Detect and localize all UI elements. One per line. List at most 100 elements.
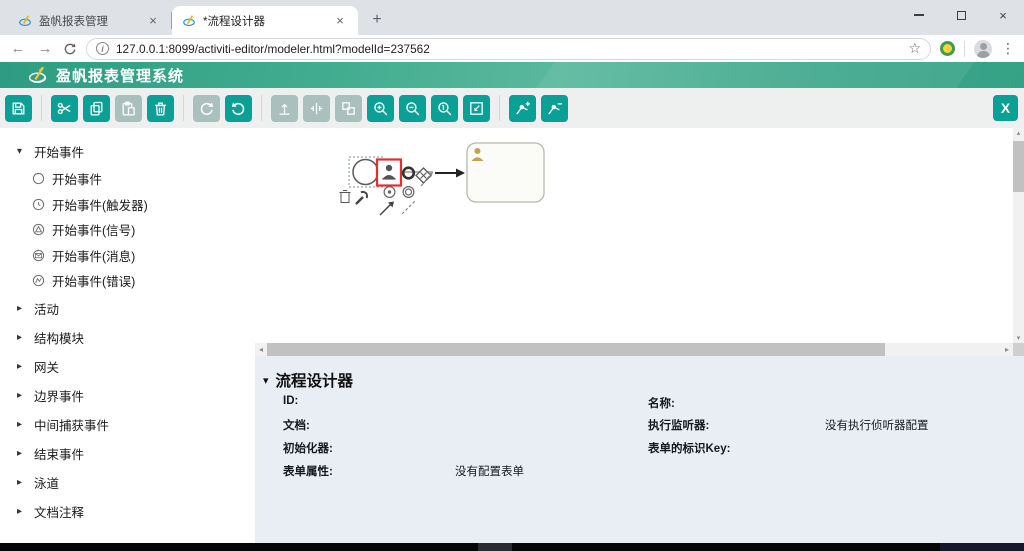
zoom-out-button[interactable] <box>399 95 426 122</box>
group-label: 泳道 <box>34 473 59 492</box>
palette-item-start-event-none[interactable]: 开始事件 <box>32 166 255 192</box>
group-label: 边界事件 <box>34 386 84 405</box>
field-id[interactable]: ID: <box>283 395 455 407</box>
field-initiator[interactable]: 初始化器: <box>283 440 455 456</box>
field-form-key[interactable]: 表单的标识Key: <box>648 440 825 456</box>
paste-button[interactable] <box>115 95 142 122</box>
bookmark-star-icon[interactable]: ☆ <box>908 40 921 57</box>
palette-item-start-event-message[interactable]: 开始事件(消息) <box>32 243 255 269</box>
cut-icon <box>56 100 73 117</box>
vertical-scroll-thumb[interactable] <box>1013 141 1024 192</box>
trash-icon <box>152 100 169 117</box>
zoom-actual-button[interactable] <box>431 95 458 122</box>
chevron-right-icon: ▸ <box>17 303 26 314</box>
extension-icon[interactable] <box>940 41 955 56</box>
copy-button[interactable] <box>83 95 110 122</box>
redo-icon <box>198 100 215 117</box>
contextpad-intermediate-throw-event[interactable] <box>403 187 414 198</box>
tab-close-icon[interactable]: × <box>332 13 348 29</box>
sidebar-group-artifacts[interactable]: ▸ 文档注释 <box>17 497 255 526</box>
field-value: 没有配置表单 <box>455 463 524 479</box>
scrollbar-corner <box>1013 343 1024 356</box>
align-vertical-button[interactable] <box>271 95 298 122</box>
palette-item-start-event-signal[interactable]: 开始事件(信号) <box>32 217 255 243</box>
forward-icon[interactable]: → <box>36 40 54 57</box>
palette-item-start-event-timer[interactable]: 开始事件(触发器) <box>32 192 255 218</box>
undo-button[interactable] <box>225 95 252 122</box>
sidebar-group-activities[interactable]: ▸ 活动 <box>17 294 255 323</box>
contextpad-gateway[interactable] <box>416 168 431 183</box>
same-size-button[interactable] <box>335 95 362 122</box>
field-label: 表单的标识Key: <box>648 440 825 456</box>
start-event-timer-icon <box>32 198 45 211</box>
contextpad-wrench[interactable] <box>356 192 367 204</box>
cut-button[interactable] <box>51 95 78 122</box>
sidebar-group-swimlanes[interactable]: ▸ 泳道 <box>17 468 255 497</box>
horizontal-scrollbar[interactable]: ◂ ▸ <box>255 343 1013 356</box>
field-label: 执行监听器: <box>648 417 825 433</box>
sidebar-group-end-events[interactable]: ▸ 结束事件 <box>17 439 255 468</box>
url-text[interactable]: 127.0.0.1:8099/activiti-editor/modeler.h… <box>116 42 901 56</box>
toolbar-separator <box>499 95 500 121</box>
app-favicon <box>18 14 32 28</box>
bendpoint-add-button[interactable] <box>509 95 536 122</box>
start-event-shape[interactable] <box>353 160 378 185</box>
bottom-bar-segment <box>478 543 512 551</box>
sidebar-group-start-events[interactable]: ▾ 开始事件 <box>17 137 255 166</box>
vertical-scrollbar[interactable]: ▴ ▾ <box>1013 128 1024 343</box>
address-bar[interactable]: i 127.0.0.1:8099/activiti-editor/modeler… <box>86 38 931 60</box>
delete-button[interactable] <box>147 95 174 122</box>
reload-icon[interactable] <box>63 42 77 56</box>
contextpad-delete[interactable] <box>340 191 351 203</box>
align-vertical-icon <box>276 100 293 117</box>
scroll-right-icon[interactable]: ▸ <box>1001 345 1013 354</box>
contextpad-intermediate-event[interactable] <box>384 187 395 198</box>
page-info-icon[interactable]: i <box>96 42 109 55</box>
profile-avatar[interactable] <box>974 40 992 58</box>
tab-process-designer[interactable]: *流程设计器 × <box>172 6 358 35</box>
scroll-up-icon[interactable]: ▴ <box>1013 129 1024 137</box>
chevron-down-icon: ▾ <box>263 374 269 387</box>
start-event-signal-icon <box>32 223 45 236</box>
zoom-fit-icon <box>468 100 485 117</box>
horizontal-scroll-thumb[interactable] <box>267 343 885 356</box>
contextpad-user-task-highlight[interactable] <box>377 160 401 186</box>
align-horizontal-button[interactable] <box>303 95 330 122</box>
sidebar-group-structure[interactable]: ▸ 结构模块 <box>17 323 255 352</box>
contextpad-connection-arrow[interactable] <box>380 202 394 216</box>
palette-item-start-event-error[interactable]: 开始事件(错误) <box>32 268 255 294</box>
redo-button[interactable] <box>193 95 220 122</box>
paste-icon <box>120 100 137 117</box>
save-button[interactable] <box>5 95 32 122</box>
scroll-down-icon[interactable]: ▾ <box>1013 334 1024 342</box>
zoom-fit-button[interactable] <box>463 95 490 122</box>
field-documentation[interactable]: 文档: <box>283 417 455 433</box>
field-name[interactable]: 名称: <box>648 395 825 411</box>
back-icon[interactable]: ← <box>9 40 27 57</box>
scroll-left-icon[interactable]: ◂ <box>255 345 267 354</box>
properties-panel-header[interactable]: ▾ 流程设计器 <box>263 369 353 391</box>
browser-toolbar: ← → i 127.0.0.1:8099/activiti-editor/mod… <box>0 35 1024 62</box>
new-tab-button[interactable]: + <box>364 7 390 33</box>
contextpad-dashed-arrow[interactable] <box>402 201 415 214</box>
field-execution-listeners[interactable]: 执行监听器: 没有执行侦听器配置 <box>648 417 929 433</box>
sidebar-group-gateways[interactable]: ▸ 网关 <box>17 352 255 381</box>
bpmn-canvas[interactable] <box>255 128 1013 343</box>
window-restore-button[interactable] <box>940 0 982 30</box>
app-logo <box>27 65 48 86</box>
toolbar-divider <box>964 41 965 57</box>
tab-report-manager[interactable]: 盈帆报表管理 × <box>8 6 171 35</box>
window-close-button[interactable]: × <box>982 0 1024 30</box>
sidebar-group-intermediate-catch-events[interactable]: ▸ 中间捕获事件 <box>17 410 255 439</box>
zoom-in-button[interactable] <box>367 95 394 122</box>
window-minimize-button[interactable] <box>898 0 940 30</box>
browser-menu-icon[interactable]: ⋮ <box>1001 40 1015 57</box>
field-form-properties[interactable]: 表单属性: 没有配置表单 <box>283 463 524 479</box>
sidebar-group-boundary-events[interactable]: ▸ 边界事件 <box>17 381 255 410</box>
editor-close-button[interactable]: X <box>993 95 1018 121</box>
bendpoint-remove-button[interactable] <box>541 95 568 122</box>
field-label: 文档: <box>283 417 455 433</box>
toolbar-separator <box>41 95 42 121</box>
tab-close-icon[interactable]: × <box>145 13 161 29</box>
chevron-right-icon: ▸ <box>17 390 26 401</box>
